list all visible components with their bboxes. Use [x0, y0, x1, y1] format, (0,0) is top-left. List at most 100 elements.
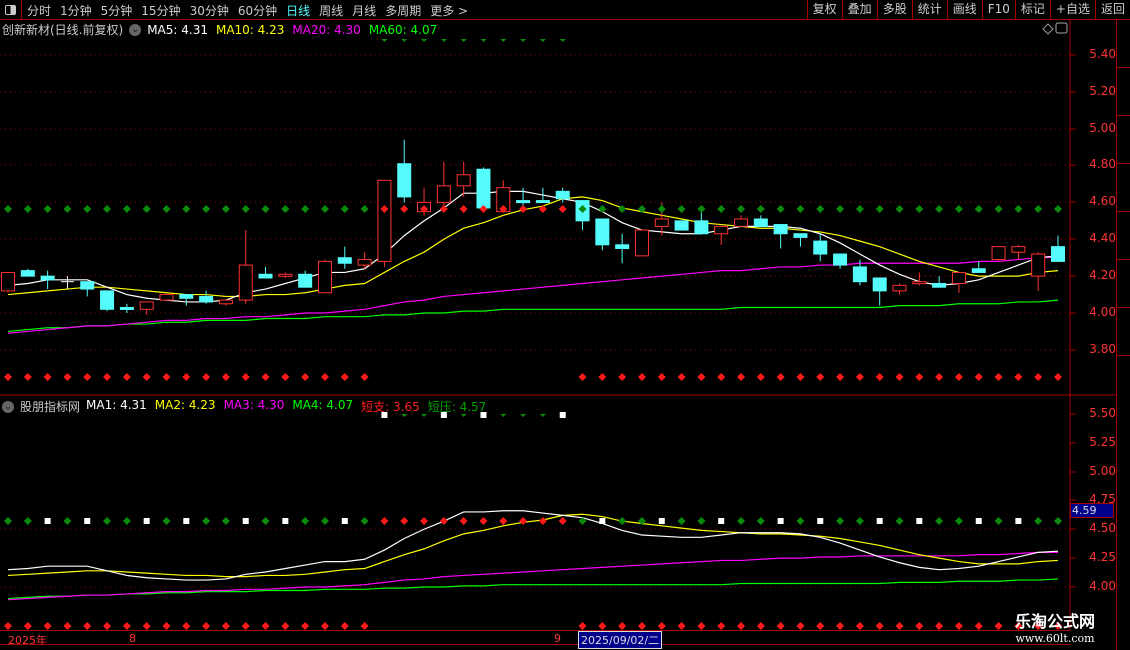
signal-square [599, 518, 606, 524]
signal-marker [460, 414, 467, 417]
signal-marker [421, 39, 428, 42]
signal-diamond [974, 373, 983, 381]
signal-diamond [618, 205, 627, 213]
signal-diamond [875, 373, 884, 381]
signal-marker [440, 39, 447, 42]
signal-diamond [83, 373, 92, 381]
signal-diamond [122, 373, 131, 381]
diamond-icon [1042, 23, 1054, 35]
signal-diamond [103, 517, 112, 525]
candle-down [773, 224, 788, 235]
signal-diamond [737, 622, 746, 630]
signal-diamond [202, 622, 211, 630]
signal-diamond [221, 622, 230, 630]
candle-up [714, 225, 729, 235]
signal-diamond [320, 205, 329, 213]
signal-diamond [400, 517, 409, 525]
side-panel-tabs[interactable] [1116, 20, 1130, 650]
signal-diamond [756, 373, 765, 381]
signal-square [84, 518, 91, 524]
signal-diamond [43, 622, 52, 630]
signal-diamond [836, 622, 845, 630]
signal-diamond [1034, 373, 1043, 381]
signal-diamond [281, 622, 290, 630]
signal-diamond [340, 622, 349, 630]
candle-down [615, 244, 630, 249]
signal-square [480, 412, 487, 418]
signal-diamond [796, 517, 805, 525]
candle-down [694, 220, 709, 235]
signal-diamond [697, 205, 706, 213]
candle-down [179, 294, 194, 299]
signal-diamond [241, 622, 250, 630]
signal-diamond [122, 622, 131, 630]
signal-diamond [221, 373, 230, 381]
signal-diamond [756, 622, 765, 630]
signal-diamond [994, 373, 1003, 381]
price-axis-label: 4.80 [1089, 157, 1116, 171]
signal-diamond [221, 517, 230, 525]
signal-diamond [499, 517, 508, 525]
candle-up [1, 271, 15, 292]
signal-diamond [142, 622, 151, 630]
candle-up [159, 294, 174, 301]
indicator-axis-label: 5.00 [1089, 464, 1116, 478]
candle-down [1051, 246, 1065, 262]
price-axis-label: 4.20 [1089, 268, 1116, 282]
candle-down [119, 306, 134, 310]
signal-diamond [598, 622, 607, 630]
signal-diamond [677, 373, 686, 381]
signal-diamond [816, 373, 825, 381]
signal-diamond [994, 517, 1003, 525]
signal-marker [520, 39, 527, 42]
watermark: 乐淘公式网 www.60lt.com [1014, 612, 1095, 645]
candle-up [634, 229, 649, 257]
signal-diamond [915, 373, 924, 381]
signal-diamond [400, 205, 409, 213]
signal-square [559, 412, 566, 418]
signal-diamond [142, 205, 151, 213]
signal-diamond [776, 622, 785, 630]
signal-diamond [162, 517, 171, 525]
indicator-axis-label: 4.25 [1089, 550, 1116, 564]
signal-square [1015, 518, 1022, 524]
price-axis-label: 4.60 [1089, 194, 1116, 208]
candle-down [674, 220, 689, 231]
signal-diamond [261, 622, 270, 630]
signal-diamond [162, 373, 171, 381]
signal-diamond [241, 205, 250, 213]
candle-down [872, 277, 887, 292]
signal-marker [500, 39, 507, 42]
signal-diamond [875, 205, 884, 213]
signal-diamond [261, 205, 270, 213]
signal-diamond [519, 517, 528, 525]
signal-diamond [657, 622, 666, 630]
signal-diamond [954, 517, 963, 525]
signal-diamond [598, 205, 607, 213]
signal-diamond [737, 517, 746, 525]
signal-diamond [618, 517, 627, 525]
candle-up [317, 260, 332, 294]
signal-diamond [320, 373, 329, 381]
kline-chart[interactable] [0, 0, 1130, 650]
signal-diamond [954, 205, 963, 213]
candle-down [535, 200, 550, 204]
signal-diamond [578, 622, 587, 630]
signal-square [183, 518, 190, 524]
current-price-tag: 4.59 [1070, 503, 1114, 518]
signal-diamond [618, 622, 627, 630]
cursor-date-label: 2025/09/02/二 [578, 631, 663, 649]
signal-diamond [63, 205, 72, 213]
signal-diamond [281, 205, 290, 213]
signal-diamond [895, 205, 904, 213]
signal-diamond [23, 373, 32, 381]
candle-up [1011, 246, 1026, 253]
signal-diamond [301, 373, 310, 381]
signal-diamond [657, 205, 666, 213]
signal-marker [381, 39, 388, 42]
signal-marker [500, 414, 507, 417]
signal-diamond [23, 622, 32, 630]
signal-diamond [935, 373, 944, 381]
signal-diamond [836, 517, 845, 525]
signal-diamond [1054, 205, 1062, 213]
